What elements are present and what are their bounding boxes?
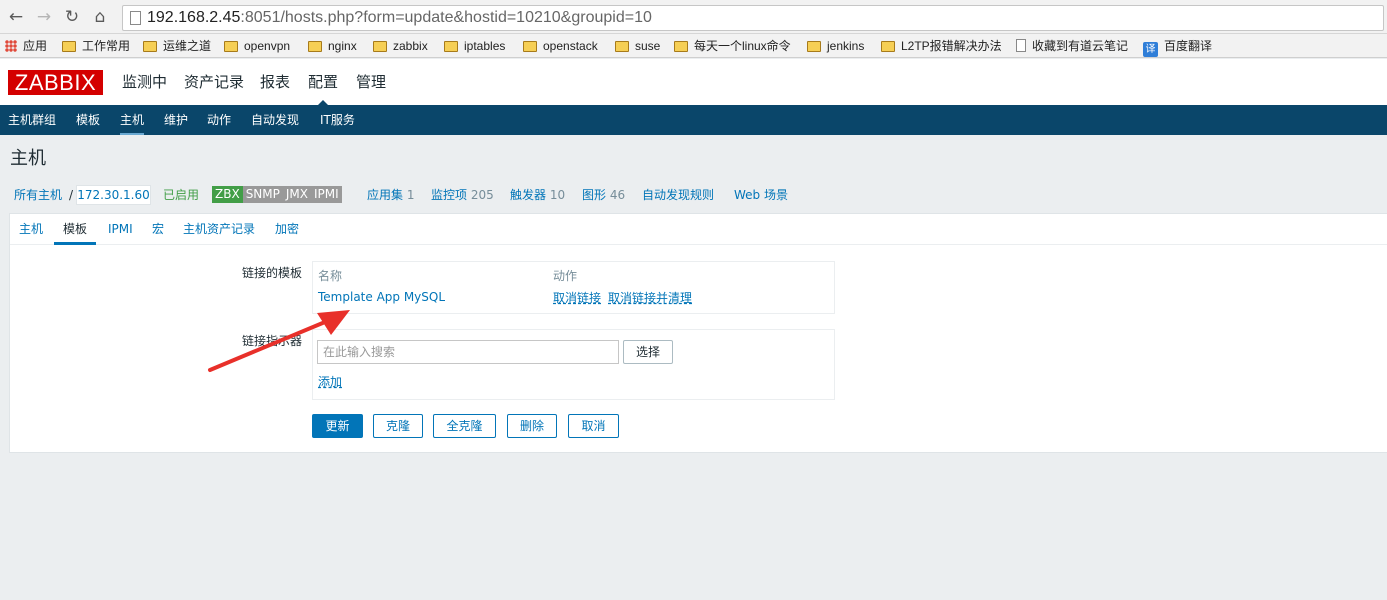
menu-reports[interactable]: 报表: [260, 72, 290, 92]
link-new-templates-box: 在此输入搜索 选择 添加: [312, 329, 835, 400]
bookmark-folder[interactable]: suse: [615, 37, 660, 55]
folder-icon: [308, 41, 322, 52]
sub-navigation: 主机群组 模板 主机 维护 动作 自动发现 IT服务: [0, 105, 1387, 135]
form-tabs: 主机 模板 IPMI 宏 主机资产记录 加密: [10, 214, 1387, 245]
bookmark-folder[interactable]: L2TP报错解决办法: [881, 37, 1002, 55]
ipmi-badge: IPMI: [311, 186, 342, 203]
annotation-arrow-icon: [208, 310, 350, 372]
tab-encryption[interactable]: 加密: [275, 214, 299, 245]
page-icon: [130, 11, 141, 25]
home-icon[interactable]: ⌂: [90, 7, 110, 27]
jmx-badge: JMX: [282, 186, 311, 203]
linked-templates-label: 链接的模板: [241, 266, 302, 280]
snmp-badge: SNMP: [242, 186, 283, 203]
bookmark-folder[interactable]: 每天一个linux命令: [674, 37, 791, 55]
subnav-hosts[interactable]: 主机: [120, 105, 145, 135]
bookmark-folder[interactable]: 工作常用: [62, 37, 130, 55]
folder-icon: [807, 41, 821, 52]
folder-icon: [143, 41, 157, 52]
page-title: 主机: [10, 148, 46, 169]
subnav-discovery[interactable]: 自动发现: [251, 105, 299, 135]
unlink-button[interactable]: 取消链接: [553, 290, 601, 306]
zabbix-logo[interactable]: ZABBIX: [8, 70, 103, 95]
apps-icon: [5, 40, 17, 52]
subnav-maintenance[interactable]: 维护: [164, 105, 188, 135]
breadcrumb-host[interactable]: 172.30.1.60: [76, 185, 151, 205]
bookmark-folder[interactable]: 运维之道: [143, 37, 211, 55]
bookmark-folder[interactable]: jenkins: [807, 37, 864, 55]
folder-icon: [224, 41, 238, 52]
folder-icon: [444, 41, 458, 52]
browser-toolbar: ← → ↻ ⌂ 192.168.2.45:8051/hosts.php?form…: [0, 0, 1387, 34]
folder-icon: [373, 41, 387, 52]
folder-icon: [523, 41, 537, 52]
breadcrumb-all-hosts[interactable]: 所有主机: [14, 186, 62, 204]
subnav-actions[interactable]: 动作: [207, 105, 231, 135]
top-navigation: ZABBIX 监测中 资产记录 报表 配置 管理: [0, 59, 1387, 106]
linked-templates-table: 名称 动作 Template App MySQL 取消链接 取消链接并清理: [312, 261, 835, 314]
back-icon[interactable]: ←: [6, 7, 26, 27]
column-action-header: 动作: [553, 269, 578, 283]
column-name-header: 名称: [318, 269, 343, 283]
subnav-it-services[interactable]: IT服务: [320, 105, 355, 135]
bookmarks-bar: 应用 工作常用 运维之道 openvpn nginx zabbix iptabl…: [0, 34, 1387, 58]
link-web-scenarios[interactable]: Web 场景: [734, 186, 788, 204]
update-button[interactable]: 更新: [312, 414, 363, 438]
clone-button[interactable]: 克隆: [373, 414, 423, 438]
bookmark-folder[interactable]: openstack: [523, 37, 598, 55]
zbx-badge: ZBX: [212, 186, 243, 203]
translate-icon: 译: [1143, 42, 1158, 57]
tab-templates[interactable]: 模板: [54, 214, 97, 245]
bookmark-page[interactable]: 收藏到有道云笔记: [1016, 37, 1128, 55]
reload-icon[interactable]: ↻: [62, 7, 82, 27]
tab-ipmi[interactable]: IPMI: [108, 214, 133, 245]
menu-inventory[interactable]: 资产记录: [184, 72, 244, 92]
breadcrumb-separator: /: [69, 188, 74, 202]
subnav-host-groups[interactable]: 主机群组: [8, 105, 56, 135]
cancel-button[interactable]: 取消: [568, 414, 619, 438]
availability-badges: ZBX SNMP JMX IPMI: [212, 186, 342, 203]
full-clone-button[interactable]: 全克隆: [433, 414, 496, 438]
link-triggers[interactable]: 触发器 10: [510, 186, 565, 204]
bookmark-folder[interactable]: iptables: [444, 37, 505, 55]
menu-administration[interactable]: 管理: [356, 72, 386, 92]
bookmark-folder[interactable]: zabbix: [373, 37, 428, 55]
address-bar[interactable]: 192.168.2.45:8051/hosts.php?form=update&…: [122, 5, 1384, 31]
link-items[interactable]: 监控项 205: [431, 186, 494, 204]
template-link[interactable]: Template App MySQL: [318, 289, 445, 305]
template-search-input[interactable]: 在此输入搜索: [317, 340, 619, 364]
select-button[interactable]: 选择: [623, 340, 673, 364]
tab-host[interactable]: 主机: [19, 214, 43, 245]
link-discovery-rules[interactable]: 自动发现规则: [642, 186, 714, 204]
folder-icon: [674, 41, 688, 52]
url-text: 192.168.2.45:8051/hosts.php?form=update&…: [147, 9, 652, 26]
forward-icon[interactable]: →: [34, 7, 54, 27]
bookmark-folder[interactable]: openvpn: [224, 37, 290, 55]
status-enabled[interactable]: 已启用: [163, 186, 199, 204]
link-graphs[interactable]: 图形 46: [582, 186, 625, 204]
bookmark-translate[interactable]: 译百度翻译: [1143, 37, 1212, 57]
menu-configuration[interactable]: 配置: [308, 72, 338, 106]
folder-icon: [615, 41, 629, 52]
unlink-and-clear-button[interactable]: 取消链接并清理: [608, 290, 692, 306]
tab-macros[interactable]: 宏: [152, 214, 164, 245]
page-icon: [1016, 39, 1026, 52]
menu-monitoring[interactable]: 监测中: [122, 72, 167, 92]
folder-icon: [881, 41, 895, 52]
delete-button[interactable]: 删除: [507, 414, 557, 438]
bookmark-apps[interactable]: 应用: [5, 37, 47, 55]
folder-icon: [62, 41, 76, 52]
link-applications[interactable]: 应用集 1: [367, 186, 414, 204]
bookmark-folder[interactable]: nginx: [308, 37, 357, 55]
tab-inventory[interactable]: 主机资产记录: [183, 214, 255, 245]
subnav-templates[interactable]: 模板: [76, 105, 100, 135]
